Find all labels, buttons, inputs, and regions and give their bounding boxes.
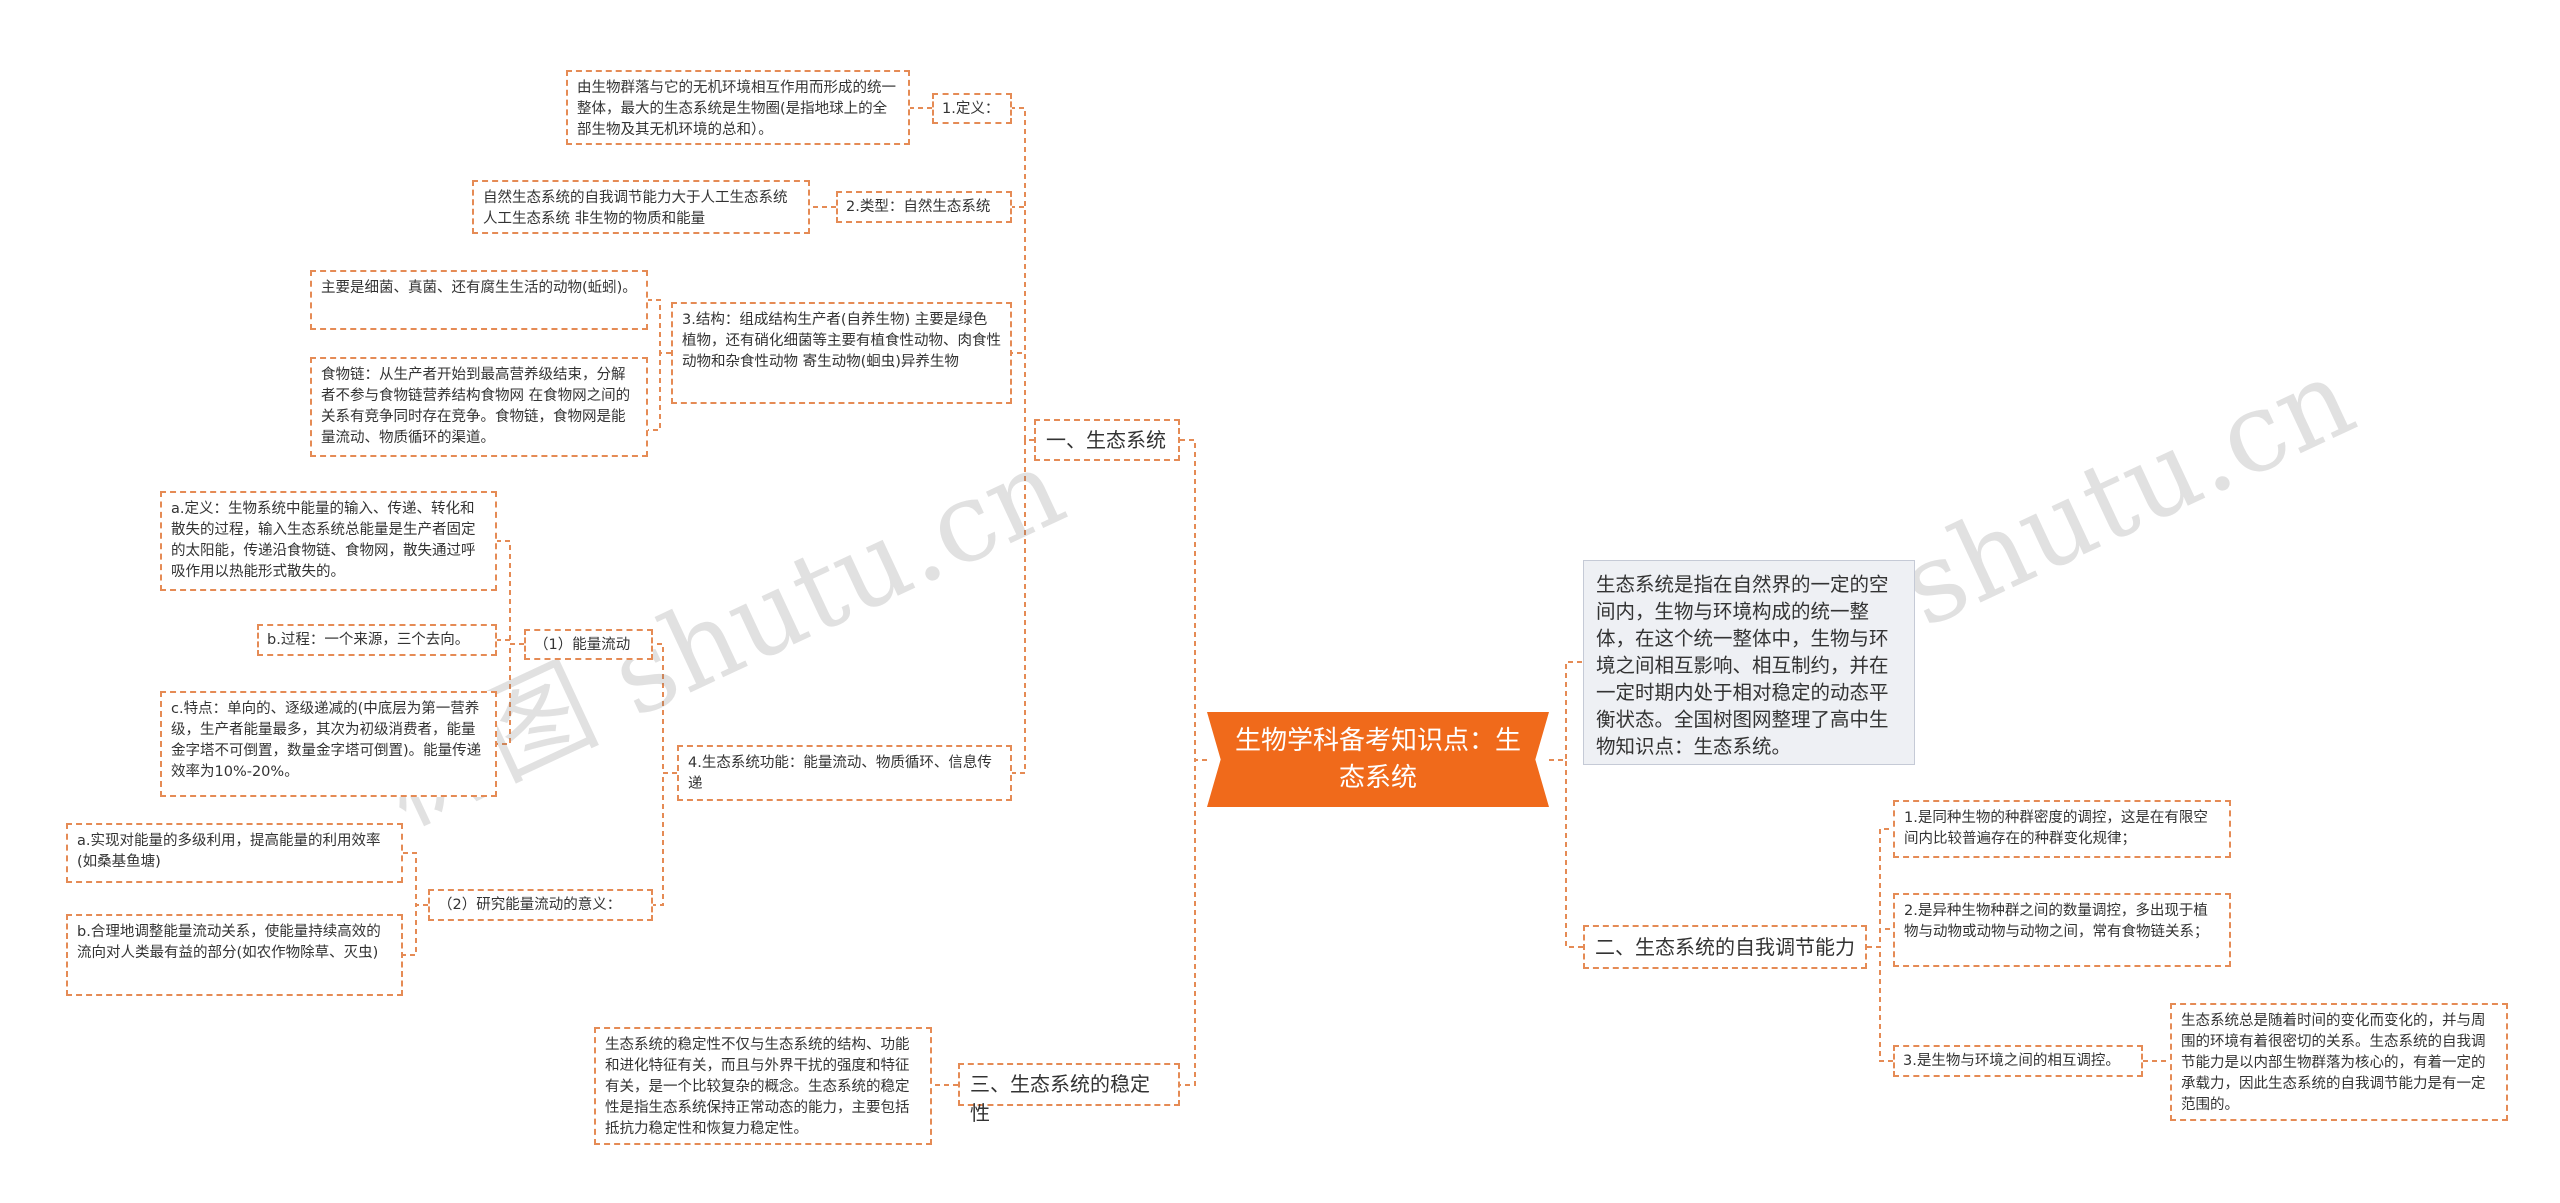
energy-flow-significance-label[interactable]: （2）研究能量流动的意义： xyxy=(428,889,653,921)
branch-stability[interactable]: 三、生态系统的稳定性 xyxy=(958,1063,1180,1125)
structure-label[interactable]: 3.结构：组成结构生产者(自养生物) 主要是绿色植物，还有硝化细菌等主要有植食性… xyxy=(671,302,1012,404)
significance-adjust[interactable]: b.合理地调整能量流动关系，使能量持续高效的流向对人类最有益的部分(如农作物除草… xyxy=(66,914,403,996)
significance-multilevel[interactable]: a.实现对能量的多级利用，提高能量的利用效率(如桑基鱼塘) xyxy=(66,823,403,883)
structure-food-chain[interactable]: 食物链：从生产者开始到最高营养级结束，分解者不参与食物链营养结构食物网 在食物网… xyxy=(310,357,648,457)
stability-text[interactable]: 生态系统的稳定性不仅与生态系统的结构、功能和进化特征有关，而且与外界干扰的强度和… xyxy=(594,1027,932,1145)
structure-decomposers[interactable]: 主要是细菌、真菌、还有腐生生活的动物(蚯蚓)。 xyxy=(310,270,648,330)
definition-text[interactable]: 由生物群落与它的无机环境相互作用而形成的统一整体，最大的生态系统是生物圈(是指地… xyxy=(566,70,910,145)
branch-ecosystem[interactable]: 一、生态系统 xyxy=(1034,419,1180,461)
regulation-item-1[interactable]: 1.是同种生物的种群密度的调控，这是在有限空间内比较普遍存在的种群变化规律； xyxy=(1893,800,2231,858)
type-label[interactable]: 2.类型：自然生态系统 xyxy=(836,191,1012,223)
regulation-item-3[interactable]: 3.是生物与环境之间的相互调控。 xyxy=(1893,1045,2143,1077)
regulation-item-3-text[interactable]: 生态系统总是随着时间的变化而变化的，并与周围的环境有着很密切的关系。生态系统的自… xyxy=(2170,1003,2508,1121)
definition-label[interactable]: 1.定义： xyxy=(932,93,1012,124)
regulation-item-2[interactable]: 2.是异种生物种群之间的数量调控，多出现于植物与动物或动物与动物之间，常有食物链… xyxy=(1893,893,2231,967)
type-text[interactable]: 自然生态系统的自我调节能力大于人工生态系统 人工生态系统 非生物的物质和能量 xyxy=(472,180,810,234)
energy-flow-features[interactable]: c.特点：单向的、逐级递减的(中底层为第一营养级，生产者能量最多，其次为初级消费… xyxy=(160,691,497,797)
energy-flow-definition[interactable]: a.定义：生物系统中能量的输入、传递、转化和散失的过程，输入生态系统总能量是生产… xyxy=(160,491,497,591)
energy-flow-process[interactable]: b.过程：一个来源，三个去向。 xyxy=(257,624,497,656)
function-label[interactable]: 4.生态系统功能：能量流动、物质循环、信息传递 xyxy=(677,745,1012,801)
energy-flow-label[interactable]: （1）能量流动 xyxy=(524,629,653,660)
branch-self-regulation[interactable]: 二、生态系统的自我调节能力 xyxy=(1583,925,1867,969)
root-topic[interactable]: 生物学科备考知识点：生态系统 xyxy=(1207,712,1549,807)
summary-note[interactable]: 生态系统是指在自然界的一定的空间内，生物与环境构成的统一整体，在这个统一整体中，… xyxy=(1583,560,1915,765)
